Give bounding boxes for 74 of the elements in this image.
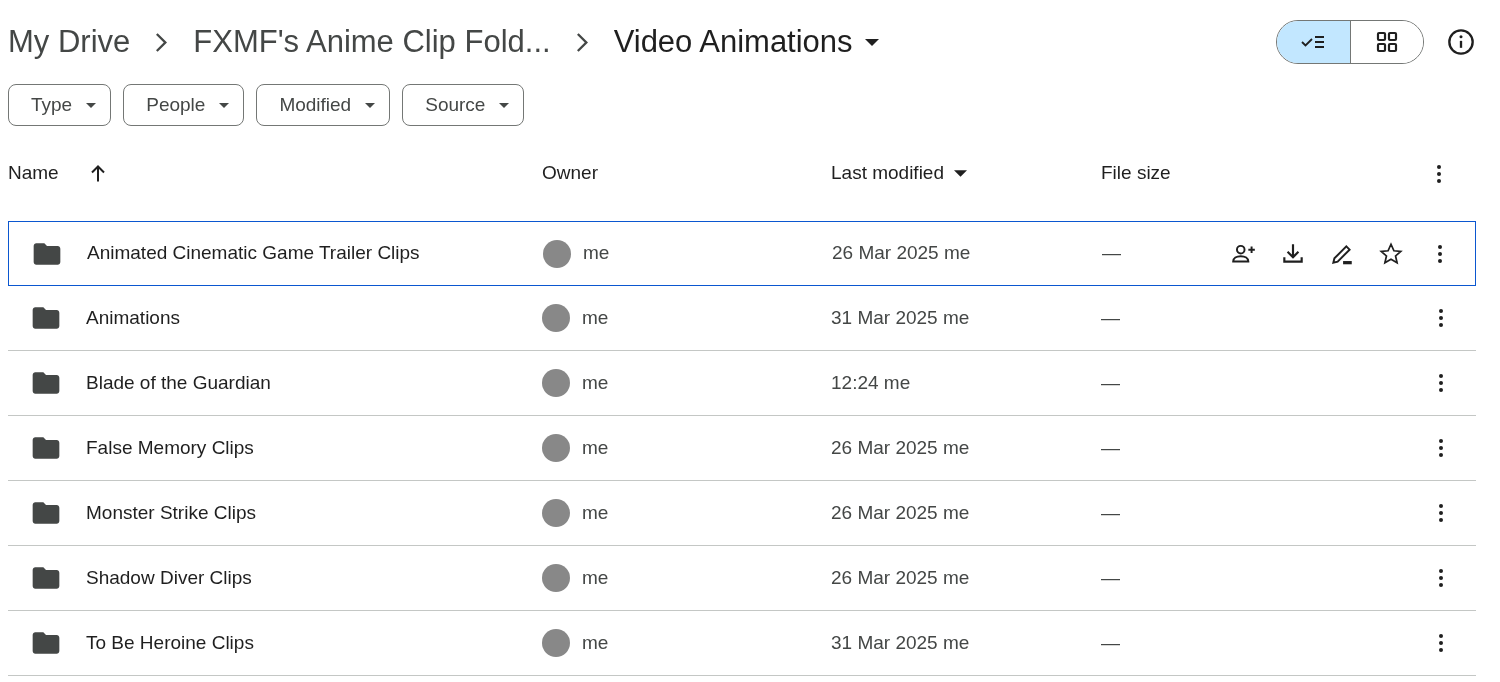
breadcrumb-link[interactable]: FXMF's Anime Clip Fold...: [193, 18, 551, 66]
info-button[interactable]: [1446, 27, 1476, 57]
avatar: [543, 239, 571, 268]
avatar: [542, 304, 570, 332]
filter-chip[interactable]: Source: [402, 84, 525, 126]
owner-name: me: [582, 500, 609, 525]
filter-chip[interactable]: Type: [8, 84, 112, 126]
folder-name: Shadow Diver Clips: [86, 565, 252, 590]
folder-name: Animations: [86, 305, 180, 330]
modified-date: 12:24 me: [831, 370, 911, 395]
modified-date: 31 Mar 2025 me: [831, 305, 970, 330]
file-size: —: [1101, 500, 1120, 525]
file-row[interactable]: Blade of the Guardian me 12:24 me —: [8, 351, 1476, 416]
owner-name: me: [582, 435, 609, 460]
owner-name: me: [583, 241, 610, 266]
caret-icon: [499, 102, 510, 108]
more-icon: [1439, 439, 1443, 457]
chevron-icon: [576, 32, 588, 52]
more-icon: [1439, 374, 1443, 392]
modified-date: 26 Mar 2025 me: [832, 241, 971, 266]
column-header[interactable]: Name: [8, 159, 59, 188]
more-icon: [1439, 504, 1443, 522]
more-icon: [1439, 634, 1443, 652]
filter-chip[interactable]: People: [123, 84, 245, 126]
folder-title[interactable]: Video Animations: [613, 18, 853, 66]
file-size: —: [1101, 305, 1120, 330]
more-icon: [1438, 244, 1442, 263]
breadcrumb-link[interactable]: My Drive: [8, 18, 131, 66]
file-size: —: [1102, 241, 1121, 266]
info-icon: [1447, 28, 1475, 56]
folder-name: Monster Strike Clips: [86, 500, 256, 525]
file-size: —: [1101, 370, 1120, 395]
avatar: [542, 564, 570, 592]
modified-date: 26 Mar 2025 me: [831, 500, 970, 525]
grid-view-button[interactable]: [1350, 21, 1423, 63]
file-row[interactable]: Animated Cinematic Game Trailer Clips me 26 Mar 2025 me —: [8, 221, 1476, 286]
column-header[interactable]: File size: [1101, 159, 1171, 188]
file-size: —: [1101, 630, 1120, 655]
avatar: [542, 629, 570, 657]
caret-icon: [219, 102, 230, 108]
grid-icon: [1375, 30, 1399, 54]
more-icon: [1439, 309, 1443, 327]
file-row[interactable]: Animations me 31 Mar 2025 me —: [8, 286, 1476, 351]
list-view-button[interactable]: [1277, 21, 1350, 63]
avatar: [542, 369, 570, 397]
folder-name: Blade of the Guardian: [86, 370, 271, 395]
chevron-icon: [156, 32, 168, 52]
modified-date: 26 Mar 2025 me: [831, 435, 970, 460]
more-icon: [1439, 569, 1443, 587]
caret-icon: [86, 102, 97, 108]
modified-date: 31 Mar 2025 me: [831, 630, 970, 655]
star-icon: [1378, 240, 1404, 267]
owner-name: me: [582, 630, 609, 655]
file-size: —: [1101, 435, 1120, 460]
avatar: [542, 434, 570, 462]
folder-name: To Be Heroine Clips: [86, 630, 254, 655]
file-row[interactable]: False Memory Clips me 26 Mar 2025 me —: [8, 416, 1476, 481]
file-size: —: [1101, 565, 1120, 590]
owner-name: me: [582, 305, 609, 330]
dropdown-caret-icon: [864, 38, 879, 46]
file-row[interactable]: Monster Strike Clips me 26 Mar 2025 me —: [8, 481, 1476, 546]
file-row[interactable]: Shadow Diver Clips me 26 Mar 2025 me —: [8, 546, 1476, 611]
avatar: [542, 499, 570, 527]
modified-date: 26 Mar 2025 me: [831, 565, 970, 590]
folder-name: False Memory Clips: [86, 435, 254, 460]
file-row[interactable]: To Be Heroine Clips me 31 Mar 2025 me —: [8, 611, 1476, 676]
folder-name: Animated Cinematic Game Trailer Clips: [87, 241, 420, 266]
column-header[interactable]: Owner: [542, 159, 598, 188]
owner-name: me: [582, 565, 609, 590]
owner-name: me: [582, 370, 609, 395]
more-icon: [1437, 164, 1441, 183]
column-header[interactable]: Last modified: [831, 159, 944, 188]
filter-chip[interactable]: Modified: [256, 84, 391, 126]
caret-icon: [365, 102, 376, 108]
